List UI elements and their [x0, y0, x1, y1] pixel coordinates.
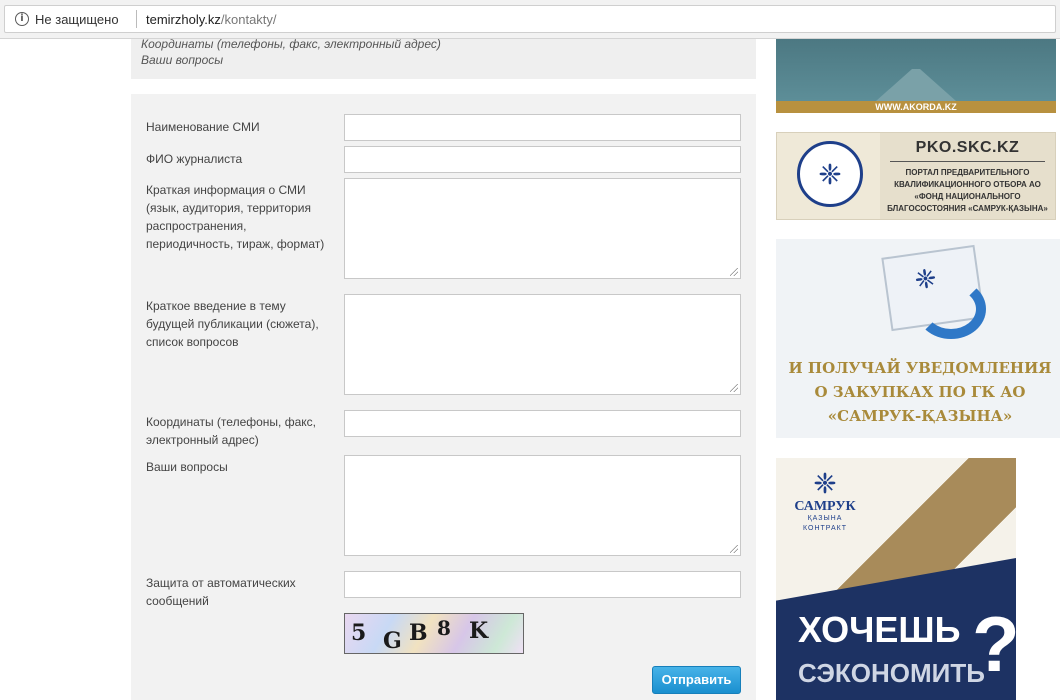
question-mark: ? — [972, 600, 1016, 688]
captcha-label: Защита от автоматических сообщений — [146, 576, 296, 608]
samruk-contract-banner[interactable]: ❈ САМРУК ҚАЗЫНА КОНТРАКТ ХОЧЕШЬ СЭКОНОМИ… — [776, 458, 1016, 700]
logo-name: САМРУК — [794, 499, 856, 514]
url-path: /kontakty/ — [220, 12, 277, 27]
media-request-form: Наименование СМИ ФИО журналиста Краткая … — [131, 94, 756, 700]
media-name-label: Наименование СМИ — [146, 120, 260, 134]
arrow-icon — [916, 279, 986, 339]
pko-text-panel: PKO.SKC.KZ ПОРТАЛ ПРЕДВАРИТЕЛЬНОГО КВАЛИ… — [880, 133, 1055, 219]
captcha-input[interactable] — [344, 571, 741, 598]
media-name-input[interactable] — [344, 114, 741, 141]
notify-banner[interactable]: ❈ И ПОЛУЧАЙ УВЕДОМЛЕНИЯ О ЗАКУПКАХ ПО ГК… — [776, 239, 1060, 438]
road-shape — [876, 69, 956, 101]
url-domain: temirzholy.kz — [146, 12, 221, 27]
notify-text: И ПОЛУЧАЙ УВЕДОМЛЕНИЯ О ЗАКУПКАХ ПО ГК А… — [788, 359, 1052, 425]
intro-line-questions: Ваши вопросы — [141, 53, 224, 67]
submit-button[interactable]: Отправить — [652, 666, 741, 694]
journalist-input[interactable] — [344, 146, 741, 173]
samruk-mark-icon: ❈ — [813, 468, 837, 499]
topic-textarea[interactable] — [344, 294, 741, 395]
media-info-textarea[interactable] — [344, 178, 741, 279]
address-bar[interactable]: i Не защищено temirzholy.kz/kontakty/ — [4, 5, 1056, 33]
captcha-char: K — [469, 618, 489, 644]
divider — [136, 10, 137, 28]
pko-description: ПОРТАЛ ПРЕДВАРИТЕЛЬНОГО КВАЛИФИКАЦИОННОГ… — [887, 168, 1048, 213]
samruk-emblem: ❈ — [777, 133, 880, 219]
resize-handle-icon[interactable] — [730, 384, 738, 392]
logo-sub: ҚАЗЫНА — [807, 515, 843, 522]
pko-title: PKO.SKC.KZ — [915, 139, 1020, 156]
url-text[interactable]: temirzholy.kz/kontakty/ — [146, 12, 277, 27]
banner-headline: ХОЧЕШЬ — [798, 609, 961, 650]
security-status[interactable]: Не защищено — [35, 12, 119, 27]
emblem-ring-icon: ❈ — [797, 141, 863, 207]
divider — [890, 161, 1045, 162]
resize-handle-icon[interactable] — [730, 545, 738, 553]
logo-sub2: КОНТРАКТ — [803, 525, 847, 532]
contacts-label: Координаты (телефоны, факс, электронный … — [146, 415, 316, 447]
intro-line-contacts: Координаты (телефоны, факс, электронный … — [141, 37, 441, 51]
intro-box: Координаты (телефоны, факс, электронный … — [131, 37, 756, 79]
samruk-logo: ❈ САМРУК ҚАЗЫНА КОНТРАКТ — [790, 468, 860, 534]
resize-handle-icon[interactable] — [730, 268, 738, 276]
captcha-image: 5 G B 8 K — [344, 613, 524, 654]
akorda-url: WWW.AKORDA.KZ — [875, 102, 957, 112]
captcha-char: 5 — [351, 620, 367, 646]
captcha-char: 8 — [437, 616, 451, 640]
banner-subline: СЭКОНОМИТЬ — [798, 658, 985, 688]
contacts-input[interactable] — [344, 410, 741, 437]
akorda-photo — [776, 39, 1056, 103]
captcha-char: G — [383, 628, 402, 654]
info-icon[interactable]: i — [15, 12, 29, 26]
akorda-banner[interactable]: WWW.AKORDA.KZ — [776, 39, 1056, 113]
topic-label: Краткое введение в тему будущей публикац… — [146, 299, 319, 349]
journalist-label: ФИО журналиста — [146, 152, 243, 166]
questions-textarea[interactable] — [344, 455, 741, 556]
browser-toolbar: i Не защищено temirzholy.kz/kontakty/ — [0, 0, 1060, 39]
captcha-char: B — [409, 620, 428, 646]
pko-banner[interactable]: ❈ PKO.SKC.KZ ПОРТАЛ ПРЕДВАРИТЕЛЬНОГО КВА… — [776, 132, 1056, 220]
questions-label: Ваши вопросы — [146, 460, 228, 474]
media-info-label: Краткая информация о СМИ (язык, аудитори… — [146, 183, 325, 251]
